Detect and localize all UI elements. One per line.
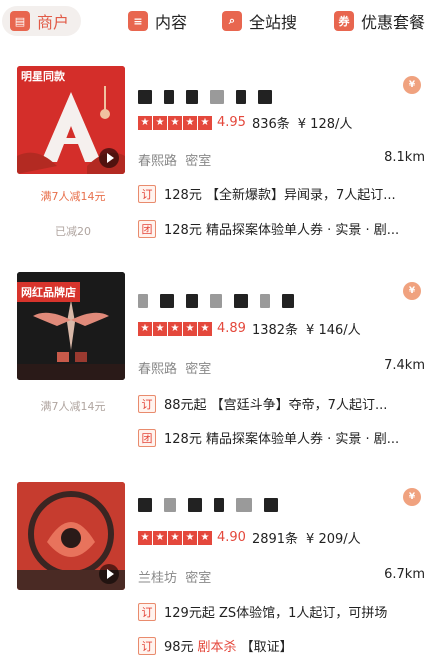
review-count: 836条 [251, 117, 290, 132]
deal-text: 98元 [164, 640, 194, 655]
category: 密室 [185, 571, 212, 586]
tab-label: 内容 [155, 13, 188, 32]
deal-text: 128元 【全新爆款】异闻录，7人起订... [164, 188, 396, 203]
deal-row[interactable]: 订 129元起 ZS体验馆，1人起订，可拼场 [138, 602, 428, 621]
distance: 8.1km [384, 150, 425, 165]
tab-merchants[interactable]: ▤ 商户 [2, 6, 82, 36]
tab-label: 优惠套餐 [361, 13, 426, 32]
star-rating: ★ ★ ★ ★ ★ [138, 530, 213, 545]
location: 兰桂坊 密室 [138, 567, 211, 586]
merchant-badge: 网红品牌店 [17, 282, 80, 302]
group-tag: 团 [138, 428, 156, 447]
reserve-tag: 订 [138, 184, 156, 203]
merchant-name-redacted[interactable] [138, 290, 306, 312]
merchant-thumbnail[interactable]: 明星同款 [17, 66, 125, 174]
rating-row: ★ ★ ★ ★ ★ 4.90 2891条 ¥ 209/人 [138, 528, 361, 547]
avg-price: ¥ 209/人 [306, 532, 361, 547]
play-video-icon[interactable] [99, 564, 119, 584]
review-count: 2891条 [251, 532, 299, 547]
tab-label: 全站搜 [249, 13, 298, 32]
deal-row[interactable]: 团 128元 精品探案体验单人券 · 实景 · 剧... [138, 219, 428, 238]
deal-row[interactable]: 订 128元 【全新爆款】异闻录，7人起订... [138, 184, 428, 203]
rating-row: ★ ★ ★ ★ ★ 4.95 836条 ¥ 128/人 [138, 113, 352, 132]
deal-text: 88元起 【宫廷斗争】夺帝，7人起订... [164, 398, 388, 413]
deal-type: 剧本杀 [197, 640, 237, 655]
tab-deals[interactable]: 券 优惠套餐 [334, 6, 425, 36]
tab-content[interactable]: ≡ 内容 [128, 6, 187, 36]
search-type-tabs: ▤ 商户 ≡ 内容 ⌕ 全站搜 券 优惠套餐 [0, 0, 443, 44]
merchant-thumbnail[interactable] [17, 482, 125, 590]
deal-row[interactable]: 订 88元起 【宫廷斗争】夺帝，7人起订... [138, 394, 428, 413]
play-video-icon[interactable] [99, 148, 119, 168]
review-count: 1382条 [251, 323, 299, 338]
search-doc-icon: ⌕ [222, 11, 242, 31]
tab-site-search[interactable]: ⌕ 全站搜 [222, 6, 297, 36]
promo-label: 满7人减14元 [40, 400, 106, 413]
category: 密室 [185, 154, 212, 169]
street: 兰桂坊 [138, 571, 178, 586]
deal-row[interactable]: 团 128元 精品探案体验单人券 · 实景 · 剧... [138, 428, 428, 447]
promo-label: 已减20 [55, 225, 91, 238]
deal-subtitle: 【取证】 [240, 640, 293, 655]
reserve-tag: 订 [138, 636, 156, 655]
medal-icon: ¥ [403, 282, 421, 304]
reserve-tag: 订 [138, 394, 156, 413]
location: 春熙路 密室 [138, 150, 211, 169]
medal-icon: ¥ [403, 76, 421, 98]
avg-price: ¥ 146/人 [306, 323, 361, 338]
reserve-tag: 订 [138, 602, 156, 621]
chat-icon: ≡ [128, 11, 148, 31]
merchant-badge: 明星同款 [21, 71, 65, 83]
merchant-thumbnail[interactable]: 网红品牌店 [17, 272, 125, 380]
category: 密室 [185, 362, 212, 377]
avg-price: ¥ 128/人 [297, 117, 353, 132]
deal-text: 128元 精品探案体验单人券 · 实景 · 剧... [164, 223, 400, 238]
merchant-name-redacted[interactable] [138, 494, 290, 516]
location: 春熙路 密室 [138, 358, 211, 377]
medal-icon: ¥ [403, 488, 421, 510]
merchant-name-redacted[interactable] [138, 86, 284, 108]
distance: 6.7km [384, 567, 425, 582]
rating-score: 4.89 [217, 321, 246, 336]
rating-row: ★ ★ ★ ★ ★ 4.89 1382条 ¥ 146/人 [138, 319, 361, 338]
deal-row[interactable]: 订 98元 剧本杀 【取证】 [138, 636, 428, 655]
tab-label: 商户 [37, 13, 70, 32]
deal-text: 128元 精品探案体验单人券 · 实景 · 剧... [164, 432, 400, 447]
group-tag: 团 [138, 219, 156, 238]
star-rating: ★ ★ ★ ★ ★ [138, 321, 213, 336]
store-icon: ▤ [10, 11, 30, 31]
rating-score: 4.95 [217, 115, 246, 130]
street: 春熙路 [138, 154, 178, 169]
rating-score: 4.90 [217, 530, 246, 545]
deal-text: 129元起 ZS体验馆，1人起订，可拼场 [164, 606, 388, 621]
star-rating: ★ ★ ★ ★ ★ [138, 115, 213, 130]
promo-label: 满7人减14元 [40, 190, 106, 203]
distance: 7.4km [384, 358, 425, 373]
coupon-icon: 券 [334, 11, 354, 31]
street: 春熙路 [138, 362, 178, 377]
